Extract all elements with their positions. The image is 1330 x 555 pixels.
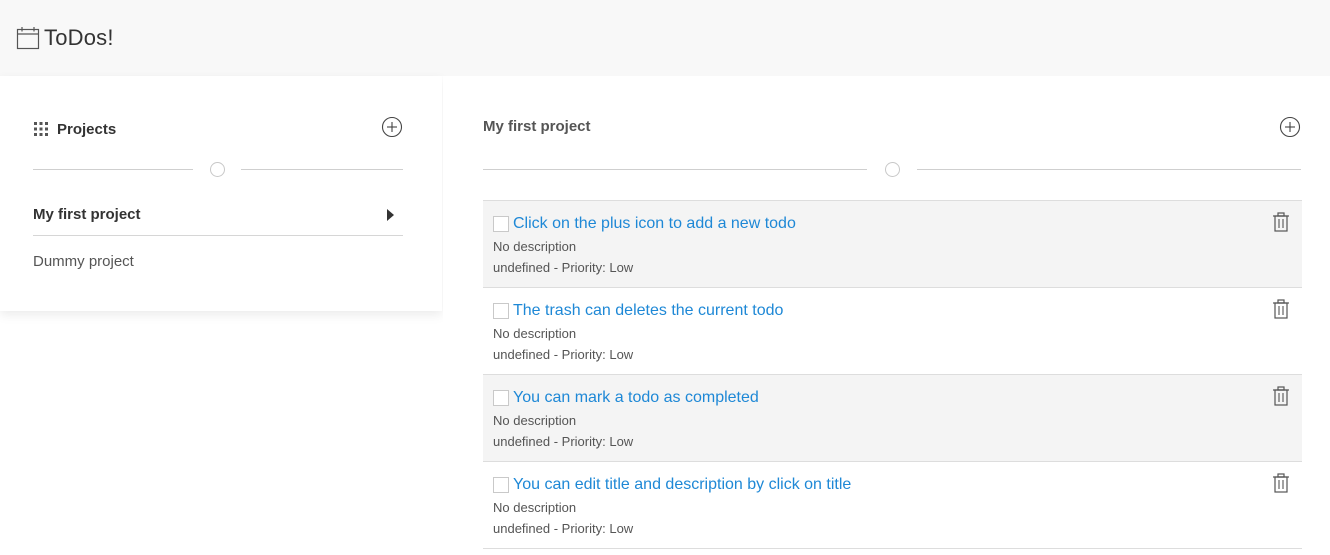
grid-icon <box>34 122 48 136</box>
todo-description: No description <box>493 500 577 515</box>
caret-right-icon <box>387 208 394 221</box>
app-title: ToDos! <box>44 25 114 50</box>
todo-title[interactable]: You can edit title and description by cl… <box>513 476 851 494</box>
add-project-button[interactable] <box>381 116 403 138</box>
todo-item: You can mark a todo as completed No desc… <box>483 375 1302 462</box>
projects-panel: Projects My first project Dummy project <box>0 76 442 311</box>
projects-header: Projects <box>33 116 403 140</box>
project-item-my-first-project[interactable]: My first project <box>33 194 403 236</box>
todo-meta: undefined - Priority: Low <box>493 347 634 362</box>
todo-checkbox[interactable] <box>493 390 509 406</box>
trash-icon[interactable] <box>1272 473 1290 493</box>
todo-meta: undefined - Priority: Low <box>493 260 634 275</box>
todo-checkbox[interactable] <box>493 477 509 493</box>
todos-header: My first project <box>483 116 1301 140</box>
todo-list: Click on the plus icon to add a new todo… <box>483 200 1302 549</box>
todo-title[interactable]: Click on the plus icon to add a new todo <box>513 215 796 233</box>
todo-checkbox[interactable] <box>493 216 509 232</box>
todo-checkbox[interactable] <box>493 303 509 319</box>
todo-meta: undefined - Priority: Low <box>493 434 634 449</box>
project-item-label: My first project <box>33 206 141 223</box>
projects-divider <box>33 162 403 177</box>
todo-item: Click on the plus icon to add a new todo… <box>483 201 1302 288</box>
todo-item: You can edit title and description by cl… <box>483 462 1302 549</box>
todo-meta: undefined - Priority: Low <box>493 521 634 536</box>
trash-icon[interactable] <box>1272 299 1290 319</box>
todo-title[interactable]: The trash can deletes the current todo <box>513 302 783 320</box>
project-title: My first project <box>483 118 591 135</box>
todo-description: No description <box>493 413 577 428</box>
todo-description: No description <box>493 239 577 254</box>
calendar-icon <box>16 27 40 50</box>
trash-icon[interactable] <box>1272 212 1290 232</box>
todo-title[interactable]: You can mark a todo as completed <box>513 389 759 407</box>
project-list: My first project Dummy project <box>33 194 403 282</box>
project-item-label: Dummy project <box>33 252 134 270</box>
app-header: ToDos! <box>0 0 1330 76</box>
add-todo-button[interactable] <box>1279 116 1301 138</box>
project-item-dummy-project[interactable]: Dummy project <box>33 236 403 282</box>
trash-icon[interactable] <box>1272 386 1290 406</box>
projects-title: Projects <box>57 120 117 138</box>
todo-description: No description <box>493 326 577 341</box>
todo-item: The trash can deletes the current todo N… <box>483 288 1302 375</box>
todos-divider <box>483 162 1301 177</box>
todos-panel: My first project Click on the plus icon … <box>443 76 1330 555</box>
